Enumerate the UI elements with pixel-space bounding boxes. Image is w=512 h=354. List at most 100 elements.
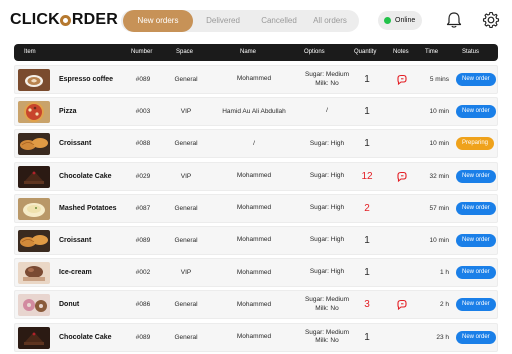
status-badge[interactable]: New order	[456, 330, 496, 344]
status-badge[interactable]: New order	[456, 266, 496, 280]
option-line: Sugar: High	[309, 139, 345, 147]
status-badge[interactable]: New order	[456, 298, 496, 312]
col-status: Status	[462, 49, 480, 55]
note-icon[interactable]	[396, 74, 408, 86]
order-options: Sugar: High	[297, 195, 357, 222]
tab-new-orders[interactable]: New orders	[123, 10, 193, 32]
top-bar: CLICK RDER New orders Delivered Cancelled…	[0, 0, 512, 42]
status-badge[interactable]: Preparing	[456, 137, 495, 151]
customer-name: Mohammed	[236, 75, 272, 83]
note-icon[interactable]	[396, 171, 408, 182]
order-time: 32 min	[429, 172, 449, 180]
item-name: Donut	[59, 301, 80, 309]
item-thumbnail	[18, 230, 50, 252]
customer-name: Mohammed	[236, 204, 272, 212]
order-options: Sugar: Medium Milk: No	[297, 66, 357, 93]
order-quantity: 1	[364, 106, 370, 118]
option-line: Sugar: Medium	[304, 328, 350, 336]
order-space: VIP	[180, 108, 192, 116]
tab-all-orders[interactable]: All orders	[303, 10, 357, 32]
order-quantity: 3	[364, 299, 370, 311]
col-number: Number	[131, 49, 153, 55]
tab-delivered[interactable]: Delivered	[193, 10, 253, 32]
online-status-toggle[interactable]: Online	[378, 11, 422, 30]
order-number: #087	[135, 204, 151, 212]
online-label: Online	[395, 17, 416, 24]
order-time: 2 h	[439, 301, 449, 309]
online-dot-icon	[384, 17, 391, 24]
col-notes: Notes	[393, 49, 409, 55]
order-quantity: 1	[364, 267, 370, 279]
order-options: Sugar: Medium Milk: No	[297, 324, 357, 351]
table-row[interactable]: Chocolate Cake #029 VIP Mohammed Sugar: High…	[14, 161, 498, 191]
status-badge[interactable]: New order	[456, 169, 496, 183]
table-header: Item Number Space Name Options Quantity …	[14, 44, 498, 61]
option-line: Milk: No	[315, 79, 339, 87]
option-line: Sugar: High	[309, 268, 345, 276]
logo-text-right: RDER	[71, 11, 119, 28]
customer-name: Mohammed	[236, 172, 272, 180]
item-thumbnail	[18, 165, 50, 188]
app-logo[interactable]: CLICK RDER	[10, 11, 118, 29]
order-space: General	[174, 301, 198, 309]
order-number: #002	[135, 269, 151, 277]
order-number: #089	[135, 237, 151, 244]
customer-name: Hamid Au Ali Abdullah	[222, 107, 286, 115]
item-thumbnail	[18, 262, 50, 285]
gear-icon[interactable]	[481, 10, 501, 30]
order-quantity: 12	[361, 170, 373, 182]
order-time: 10 min	[429, 108, 449, 116]
status-badge[interactable]: New order	[456, 234, 496, 247]
item-thumbnail	[18, 197, 50, 220]
table-row[interactable]: Espresso coffee #089 General Mohammed Sugar:…	[14, 65, 498, 94]
table-row[interactable]: Mashed Potatoes #087 General Mohammed Sugar:…	[14, 193, 498, 223]
customer-name: Mohammed	[236, 333, 272, 341]
order-tabs: New orders Delivered Cancelled All order…	[121, 10, 359, 32]
order-space: VIP	[180, 172, 192, 180]
order-number: #086	[135, 301, 151, 309]
option-line: Milk: No	[315, 304, 339, 312]
table-row[interactable]: Donut #086 General Mohammed Sugar: Medium Mil…	[14, 290, 498, 320]
order-space: General	[174, 333, 198, 341]
col-space: Space	[176, 49, 194, 55]
status-badge[interactable]: New order	[456, 201, 496, 215]
item-thumbnail	[18, 101, 50, 124]
order-options: Sugar: High	[297, 259, 357, 286]
tab-cancelled[interactable]: Cancelled	[249, 10, 309, 32]
order-time: 1 h	[439, 269, 449, 277]
col-name: Name	[240, 49, 257, 55]
table-row[interactable]: Chocolate Cake #089 General Mohammed Sugar: …	[14, 322, 498, 352]
col-item: Item	[24, 49, 36, 55]
option-line: Milk: No	[315, 337, 339, 345]
table-row[interactable]: Croissant #089 General Mohammed Sugar: High 1…	[14, 226, 498, 255]
item-name: Espresso coffee	[59, 76, 114, 83]
table-row[interactable]: Croissant #088 General / Sugar: High 1 10 min P…	[14, 129, 498, 159]
item-name: Croissant	[59, 140, 92, 148]
order-space: VIP	[180, 269, 192, 277]
order-number: #003	[135, 108, 151, 116]
order-options: Sugar: High	[297, 227, 357, 254]
order-space: General	[174, 140, 198, 148]
table-row[interactable]: Ice-cream #002 VIP Mohammed Sugar: High 1 1 h N…	[14, 258, 498, 288]
order-number: #089	[135, 333, 151, 341]
option-line: Sugar: Medium	[304, 71, 350, 79]
order-time: 10 min	[429, 140, 449, 148]
order-space: General	[174, 204, 198, 212]
item-thumbnail	[18, 326, 50, 349]
customer-name: Mohammed	[236, 268, 272, 276]
order-quantity: 1	[364, 235, 370, 246]
note-icon[interactable]	[396, 299, 408, 311]
bell-icon[interactable]	[444, 10, 464, 30]
item-name: Chocolate Cake	[59, 333, 112, 341]
option-line: /	[326, 107, 328, 115]
option-line: Sugar: High	[309, 171, 345, 179]
status-badge[interactable]: New order	[456, 105, 496, 119]
item-name: Croissant	[59, 237, 92, 244]
table-row[interactable]: Pizza #003 VIP Hamid Au Ali Abdullah / 1 10 mi…	[14, 97, 498, 127]
order-quantity: 1	[364, 138, 370, 150]
status-badge[interactable]: New order	[456, 73, 496, 86]
option-line: Sugar: High	[309, 204, 345, 212]
order-time: 10 min	[429, 237, 449, 244]
order-space: General	[174, 76, 198, 83]
order-time: 5 mins	[429, 76, 449, 83]
